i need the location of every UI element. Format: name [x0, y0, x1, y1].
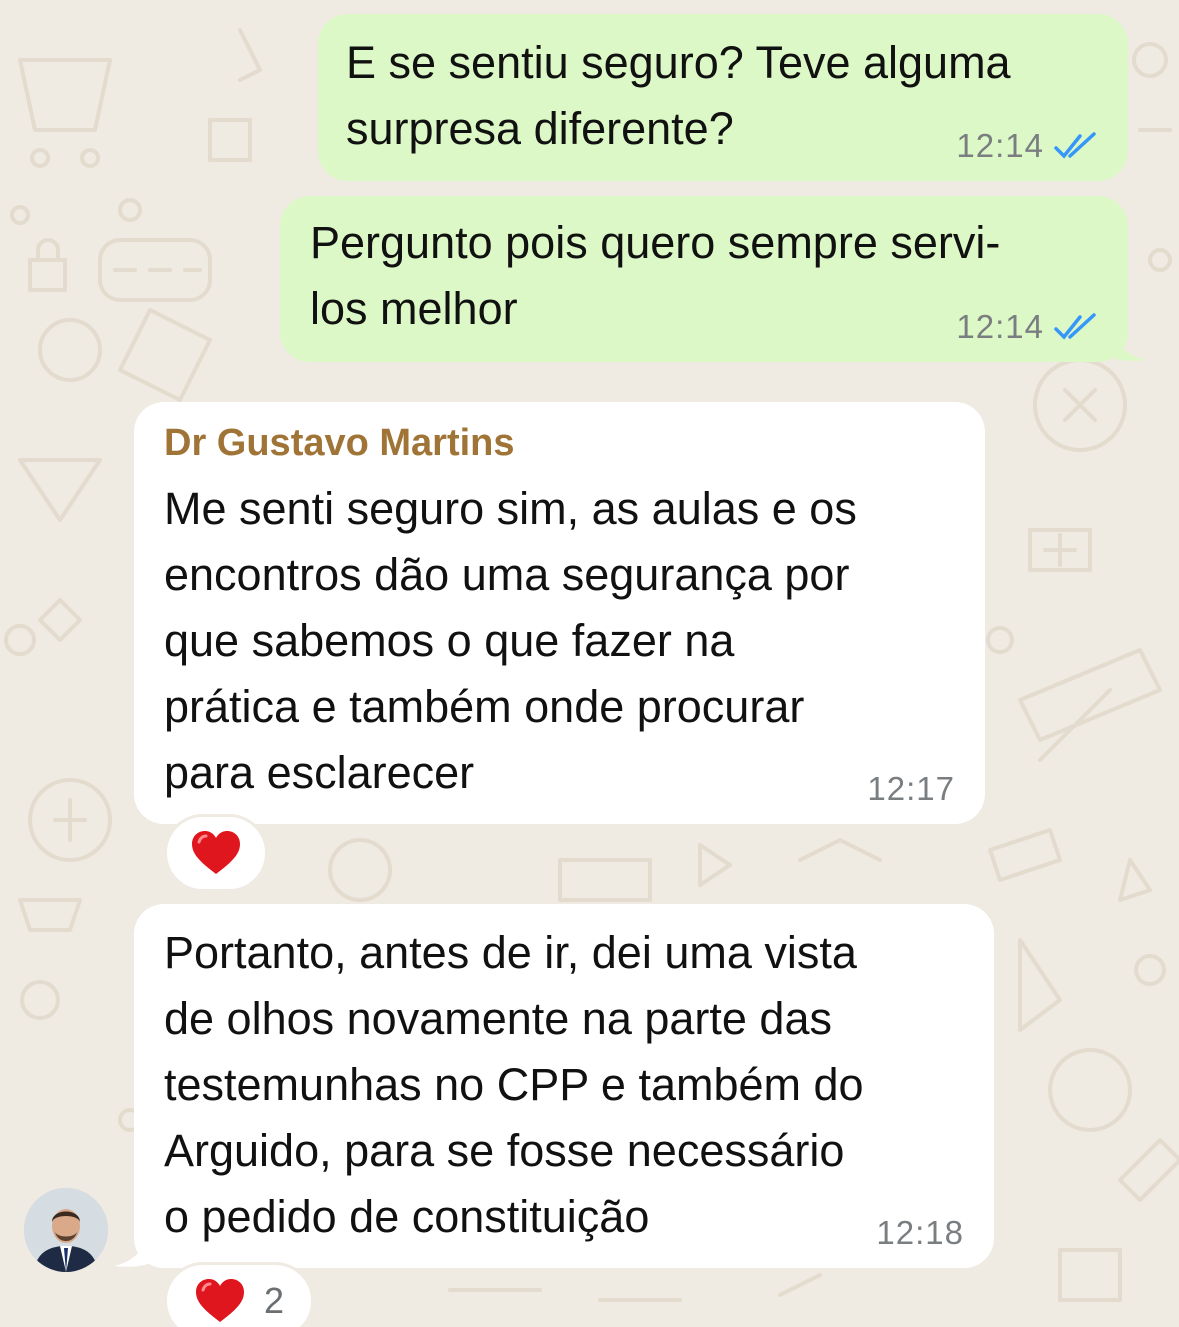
user-avatar-photo-icon — [24, 1188, 108, 1272]
message-text: Pergunto pois quero sempre servi- los me… — [310, 217, 1001, 334]
message-text: Me senti seguro sim, as aulas e os encon… — [164, 483, 857, 798]
message-reaction[interactable] — [164, 814, 268, 892]
sender-name[interactable]: Dr Gustavo Martins — [164, 422, 515, 465]
message-text: Portanto, antes de ir, dei uma vista de … — [164, 927, 864, 1242]
message-text: E se sentiu seguro? Teve alguma surpresa… — [346, 37, 1011, 154]
double-check-read-icon — [1054, 313, 1096, 340]
incoming-message-bubble[interactable]: Dr Gustavo Martins Me senti seguro sim, … — [134, 402, 985, 824]
message-time: 12:14 — [956, 127, 1044, 164]
message-meta: 12:18 — [876, 1214, 964, 1252]
message-meta: 12:17 — [867, 770, 955, 808]
heart-reaction-icon — [195, 1279, 244, 1322]
outgoing-message-bubble[interactable]: Pergunto pois quero sempre servi- los me… — [280, 196, 1128, 362]
double-check-read-icon — [1054, 132, 1096, 159]
reaction-count: 2 — [263, 1280, 285, 1321]
chat-view[interactable]: E se sentiu seguro? Teve alguma surpresa… — [0, 0, 1179, 1327]
message-meta: 12:14 — [956, 308, 1100, 346]
outgoing-message-bubble[interactable]: E se sentiu seguro? Teve alguma surpresa… — [318, 14, 1128, 181]
message-time: 12:18 — [876, 1214, 964, 1251]
bubble-tail — [1108, 322, 1146, 361]
message-meta: 12:14 — [956, 127, 1100, 165]
avatar[interactable] — [24, 1188, 108, 1272]
incoming-message-bubble[interactable]: Portanto, antes de ir, dei uma vista de … — [134, 904, 994, 1268]
heart-reaction-icon — [192, 831, 240, 874]
message-time: 12:14 — [956, 308, 1044, 345]
message-time: 12:17 — [867, 770, 955, 807]
bubble-tail — [114, 1228, 152, 1267]
message-reaction[interactable]: 2 — [164, 1262, 314, 1327]
